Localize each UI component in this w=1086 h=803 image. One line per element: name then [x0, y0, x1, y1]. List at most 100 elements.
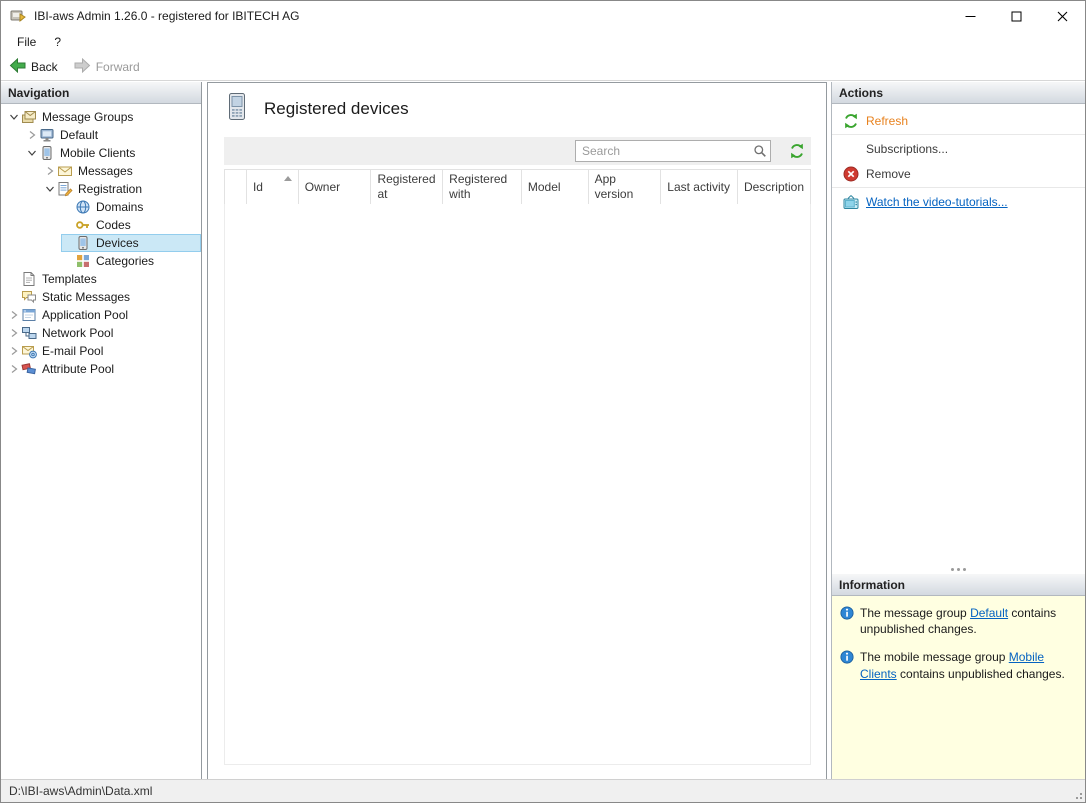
information-panel: The message group Default contains unpub… — [832, 596, 1085, 779]
default-group-icon — [39, 127, 55, 143]
action-label: Remove — [866, 166, 911, 181]
selected-tree-item: Devices — [61, 234, 201, 252]
tree-item-label: Categories — [96, 254, 155, 268]
chevron-down-icon[interactable] — [25, 146, 39, 160]
tree-item-domains[interactable]: Domains — [1, 198, 201, 216]
column-header-label: Last activity — [667, 179, 730, 194]
column-header-model[interactable]: Model — [522, 170, 589, 204]
codes-icon — [75, 217, 91, 233]
chevron-right-icon[interactable] — [7, 344, 21, 358]
templates-icon — [21, 271, 37, 287]
chevron-right-icon[interactable] — [7, 362, 21, 376]
subscriptions-icon-placeholder — [843, 141, 859, 157]
default-group-link[interactable]: Default — [970, 606, 1008, 620]
tree-item-registration[interactable]: Registration — [1, 180, 201, 198]
forward-label: Forward — [95, 59, 140, 74]
minimize-button[interactable] — [947, 1, 993, 31]
panel-splitter[interactable] — [832, 566, 1085, 572]
column-header-description[interactable]: Description — [738, 170, 810, 204]
chevron-right-icon[interactable] — [7, 308, 21, 322]
tv-icon — [843, 194, 859, 210]
action-refresh[interactable]: Refresh — [832, 108, 1085, 133]
menu-file[interactable]: File — [8, 32, 45, 52]
tree-item-label: Codes — [96, 218, 131, 232]
search-input[interactable] — [576, 141, 750, 161]
navigation-panel-header: Navigation — [1, 82, 201, 104]
search-box — [575, 140, 771, 162]
back-button[interactable]: Back — [9, 57, 58, 76]
registered-devices-icon — [226, 92, 248, 125]
tree-item-message-groups[interactable]: Message Groups — [1, 108, 201, 126]
tree-item-devices[interactable]: Devices — [1, 234, 201, 252]
tree-item-label: Messages — [78, 164, 133, 178]
actions-list: Refresh Subscriptions... Remove Watch th… — [832, 104, 1085, 574]
tree-item-email-pool[interactable]: E-mail Pool — [1, 342, 201, 360]
tree-item-static-messages[interactable]: Static Messages — [1, 288, 201, 306]
chevron-down-icon[interactable] — [7, 110, 21, 124]
column-header-owner[interactable]: Owner — [299, 170, 372, 204]
action-label: Subscriptions... — [866, 141, 949, 156]
column-header-label: Registered with — [449, 172, 508, 201]
tree-item-label: Message Groups — [42, 110, 134, 124]
back-label: Back — [31, 59, 58, 74]
chevron-right-icon[interactable] — [43, 164, 57, 178]
search-icon[interactable] — [750, 144, 770, 158]
tree-item-mobile-clients[interactable]: Mobile Clients — [1, 144, 201, 162]
note-prefix: The message group — [860, 606, 971, 620]
column-header-selector — [225, 170, 247, 204]
tree-item-default[interactable]: Default — [1, 126, 201, 144]
tree-item-application-pool[interactable]: Application Pool — [1, 306, 201, 324]
refresh-table-icon[interactable] — [789, 143, 805, 159]
close-button[interactable] — [1039, 1, 1085, 31]
menu-help[interactable]: ? — [45, 32, 70, 52]
action-remove[interactable]: Remove — [832, 161, 1085, 186]
tree-item-templates[interactable]: Templates — [1, 270, 201, 288]
action-subscriptions[interactable]: Subscriptions... — [832, 136, 1085, 161]
registration-icon — [57, 181, 73, 197]
tree-item-label: Mobile Clients — [60, 146, 136, 160]
table-body-empty — [224, 204, 811, 765]
tree-item-attribute-pool[interactable]: Attribute Pool — [1, 360, 201, 378]
forward-button[interactable]: Forward — [74, 57, 140, 76]
resize-grip[interactable] — [1072, 789, 1082, 799]
forward-arrow-icon — [74, 57, 91, 76]
column-header-id[interactable]: Id — [247, 170, 299, 204]
actions-separator — [832, 187, 1085, 188]
tree-item-codes[interactable]: Codes — [1, 216, 201, 234]
mobile-clients-icon — [39, 145, 55, 161]
right-panel: Actions Refresh Subscriptions... Remove — [831, 82, 1085, 779]
content-header: Registered devices — [226, 92, 409, 125]
column-header-registered-with[interactable]: Registered with — [443, 170, 522, 204]
tree-item-label: Attribute Pool — [42, 362, 115, 376]
refresh-icon — [843, 113, 859, 129]
tree-item-messages[interactable]: Messages — [1, 162, 201, 180]
info-note-text: The mobile message group Mobile Clients … — [860, 649, 1077, 681]
information-panel-header: Information — [832, 574, 1085, 596]
chevron-right-icon[interactable] — [7, 326, 21, 340]
app-icon — [10, 8, 26, 24]
action-watch-video-tutorials[interactable]: Watch the video-tutorials... — [832, 189, 1085, 214]
column-header-registered-at[interactable]: Registered at — [371, 170, 444, 204]
chevron-right-icon[interactable] — [25, 128, 39, 142]
info-note: The message group Default contains unpub… — [840, 605, 1077, 637]
window-controls — [947, 1, 1085, 31]
info-note: The mobile message group Mobile Clients … — [840, 649, 1077, 681]
column-header-label: Model — [527, 179, 561, 194]
tree-item-network-pool[interactable]: Network Pool — [1, 324, 201, 342]
navigation-tree: Message Groups Default Mobile Clients Me… — [1, 104, 201, 378]
tree-item-label: E-mail Pool — [42, 344, 104, 358]
tree-item-label: Domains — [96, 200, 144, 214]
maximize-button[interactable] — [993, 1, 1039, 31]
column-header-last-activity[interactable]: Last activity — [661, 170, 738, 204]
attribute-pool-icon — [21, 361, 37, 377]
column-header-app-version[interactable]: App version — [589, 170, 662, 204]
tree-item-categories[interactable]: Categories — [1, 252, 201, 270]
column-header-label: App version — [594, 172, 634, 201]
column-header-label: Owner — [304, 179, 341, 194]
chevron-down-icon[interactable] — [43, 182, 57, 196]
table-toolbar — [224, 137, 811, 165]
